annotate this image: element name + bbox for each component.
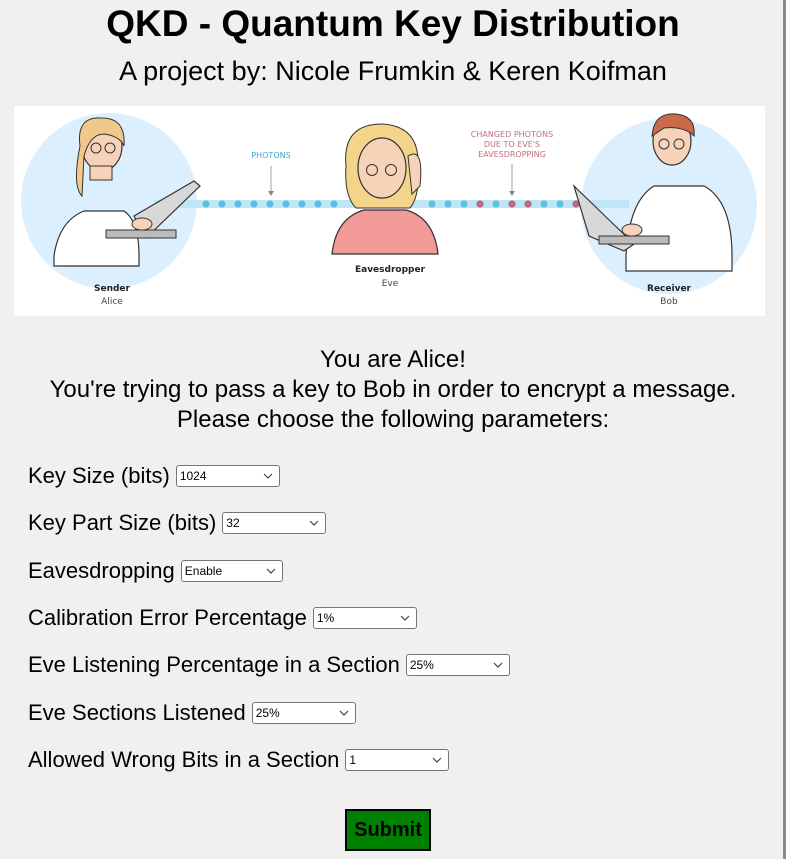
chevron-down-icon — [400, 615, 410, 621]
page-title: QKD - Quantum Key Distribution — [106, 3, 680, 44]
key-part-size-label: Key Part Size (bits) — [28, 510, 217, 535]
chevron-down-icon — [263, 473, 273, 479]
intro-line-2: You're trying to pass a key to Bob in or… — [49, 376, 737, 403]
photon-dot — [460, 200, 468, 208]
photon-dot — [314, 200, 322, 208]
photon-dot — [540, 200, 548, 208]
calibration-error-select[interactable]: 1% — [312, 607, 417, 629]
photon-dot — [444, 200, 452, 208]
key-size-label: Key Size (bits) — [28, 463, 170, 488]
photon-dot — [250, 200, 258, 208]
chevron-down-icon — [266, 568, 276, 574]
eve-name: Eve — [382, 279, 399, 289]
receiver-role: Receiver — [647, 284, 692, 294]
eavesdropping-value: Enable — [184, 564, 223, 578]
changed-photons-label-1: CHANGED PHOTONS — [471, 130, 553, 139]
submit-button[interactable]: Submit — [345, 809, 431, 851]
eve-listening-select[interactable]: 25% — [405, 654, 510, 676]
key-size-select[interactable]: 1024 — [175, 465, 280, 487]
allowed-wrong-bits-value: 1 — [349, 753, 357, 767]
sender-role: Sender — [94, 284, 131, 294]
photon-dot — [428, 200, 436, 208]
photon-dot — [218, 200, 226, 208]
photon-dot — [508, 200, 516, 208]
photon-dot — [476, 200, 484, 208]
chevron-down-icon — [309, 520, 319, 526]
page-subtitle: A project by: Nicole Frumkin & Keren Koi… — [119, 56, 667, 86]
key-size-row: Key Size (bits) 1024 — [28, 461, 280, 491]
changed-photons-label-2: DUE TO EVE'S — [484, 140, 540, 149]
eve-listening-value: 25% — [409, 658, 434, 672]
key-part-size-row: Key Part Size (bits) 32 — [28, 508, 327, 538]
eve-sections-row: Eve Sections Listened 25% — [28, 698, 356, 728]
chevron-down-icon — [432, 757, 442, 763]
photon-dot — [524, 200, 532, 208]
photon-dot — [202, 200, 210, 208]
changed-photons-label-3: EAVESDROPPING — [478, 150, 546, 159]
eve-sections-value: 25% — [255, 706, 280, 720]
qkd-illustration-svg: PHOTONS CHANGED PHOTONS DUE TO EVE'S EAV… — [21, 113, 757, 307]
qkd-illustration: PHOTONS CHANGED PHOTONS DUE TO EVE'S EAV… — [14, 106, 765, 316]
photon-dot — [234, 200, 242, 208]
photon-dot — [492, 200, 500, 208]
allowed-wrong-bits-row: Allowed Wrong Bits in a Section 1 — [28, 745, 450, 775]
eve-listening-label: Eve Listening Percentage in a Section — [28, 652, 400, 677]
intro-line-1: You are Alice! — [320, 346, 466, 373]
key-part-size-value: 32 — [226, 516, 240, 530]
calibration-error-label: Calibration Error Percentage — [28, 605, 307, 630]
sender-name: Alice — [101, 297, 123, 307]
chevron-down-icon — [493, 662, 503, 668]
photon-dot — [266, 200, 274, 208]
photon-dot — [298, 200, 306, 208]
eve-sections-label: Eve Sections Listened — [28, 700, 246, 725]
eve-role: Eavesdropper — [355, 265, 426, 275]
key-size-value: 1024 — [179, 469, 207, 483]
allowed-wrong-bits-select[interactable]: 1 — [345, 749, 450, 771]
chevron-down-icon — [339, 710, 349, 716]
key-part-size-select[interactable]: 32 — [222, 512, 327, 534]
calibration-error-value: 1% — [316, 611, 335, 625]
calibration-error-row: Calibration Error Percentage 1% — [28, 603, 417, 633]
photon-dot — [282, 200, 290, 208]
eve-figure — [331, 123, 439, 255]
photons-label: PHOTONS — [251, 151, 290, 160]
intro-text: You are Alice! You're trying to pass a k… — [0, 345, 786, 435]
eavesdropping-label: Eavesdropping — [28, 558, 175, 583]
photons-arrowhead — [268, 191, 274, 196]
eve-sections-select[interactable]: 25% — [251, 702, 356, 724]
photon-dot — [330, 200, 338, 208]
eavesdropping-select[interactable]: Enable — [180, 560, 283, 582]
receiver-name: Bob — [660, 297, 678, 307]
changed-photons-arrowhead — [509, 191, 515, 196]
intro-line-3: Please choose the following parameters: — [176, 406, 610, 433]
eve-listening-row: Eve Listening Percentage in a Section 25… — [28, 650, 510, 680]
allowed-wrong-bits-label: Allowed Wrong Bits in a Section — [28, 747, 340, 772]
photon-dot — [556, 200, 564, 208]
eavesdropping-row: Eavesdropping Enable — [28, 556, 283, 586]
